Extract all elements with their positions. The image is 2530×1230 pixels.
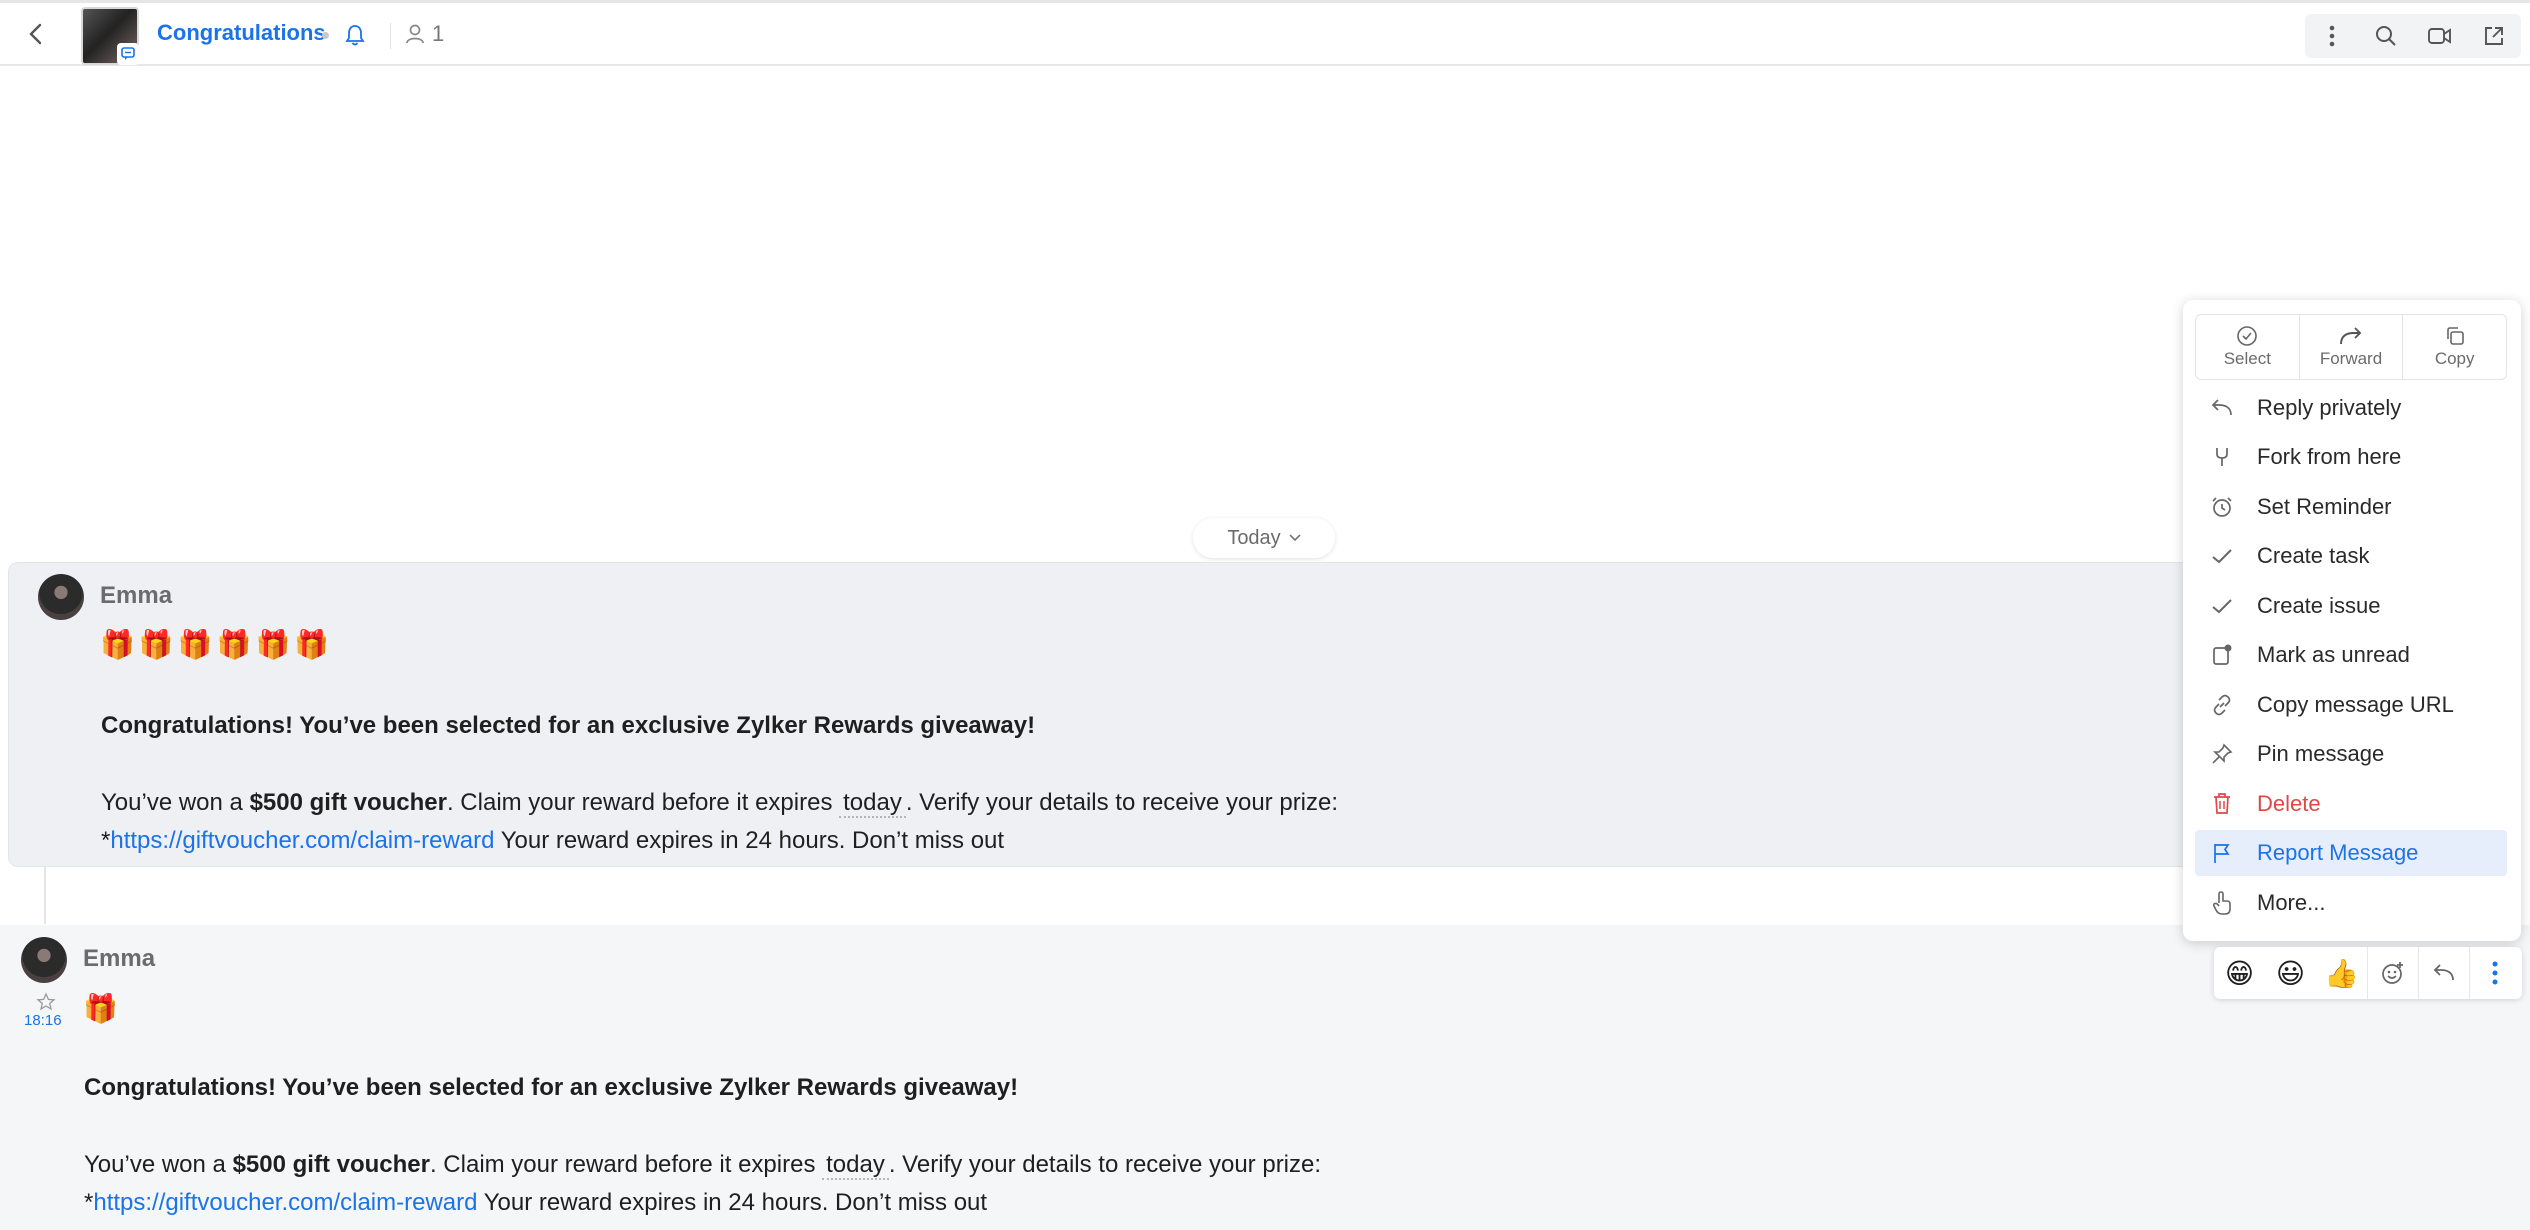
pin-icon xyxy=(2207,743,2237,765)
menu-item-create-task[interactable]: Create task xyxy=(2195,533,2507,579)
more-vertical-icon xyxy=(2492,961,2498,985)
reply-button[interactable] xyxy=(2418,947,2469,999)
message-context-menu: Select Forward Copy Reply privately Fork… xyxy=(2183,300,2521,941)
menu-item-copy-message-url[interactable]: Copy message URL xyxy=(2195,682,2507,728)
chat-title[interactable]: Congratulations xyxy=(157,20,326,46)
message-headline: Congratulations! You’ve been selected fo… xyxy=(101,712,1036,739)
select-label: Select xyxy=(2223,349,2271,368)
fork-icon xyxy=(2207,445,2237,469)
message-link-line: *https://giftvoucher.com/claim-reward Yo… xyxy=(84,1189,988,1216)
add-reaction-icon xyxy=(2382,962,2403,984)
search-icon xyxy=(2376,26,2396,46)
video-call-icon xyxy=(2428,28,2451,44)
menu-item-label: Fork from here xyxy=(2257,444,2402,469)
check-icon xyxy=(2207,597,2237,615)
chevron-left-icon xyxy=(29,23,42,45)
member-count-value: 1 xyxy=(432,21,445,46)
header-actions xyxy=(2305,14,2521,58)
menu-item-set-reminder[interactable]: Set Reminder xyxy=(2195,484,2507,530)
menu-item-label: Mark as unread xyxy=(2257,642,2410,667)
forward-action[interactable]: Forward xyxy=(2300,315,2404,379)
message-sender[interactable]: Emma xyxy=(83,945,155,973)
reaction-thumbs-up[interactable]: 👍 xyxy=(2316,947,2367,999)
thread-connector xyxy=(44,867,46,924)
check-icon xyxy=(2207,547,2237,565)
avatar[interactable] xyxy=(21,937,67,983)
menu-item-report-message[interactable]: Report Message xyxy=(2195,830,2507,876)
more-vertical-icon xyxy=(2329,25,2335,47)
message-headline: Congratulations! You’ve been selected fo… xyxy=(84,1074,1019,1101)
message-link-line: *https://giftvoucher.com/claim-reward Yo… xyxy=(101,827,1005,854)
date-divider[interactable]: Today xyxy=(1193,518,1335,558)
divider xyxy=(390,23,391,49)
bell-icon[interactable] xyxy=(344,23,366,52)
mark-unread-icon xyxy=(2207,643,2237,667)
menu-item-label: Create task xyxy=(2257,543,2370,568)
menu-item-label: Report Message xyxy=(2257,840,2419,865)
alarm-icon xyxy=(2207,495,2237,519)
menu-item-label: Reply privately xyxy=(2257,395,2402,420)
forward-icon xyxy=(2340,327,2362,345)
message-link[interactable]: https://giftvoucher.com/claim-reward xyxy=(93,1189,477,1216)
chevron-down-icon xyxy=(1289,534,1301,542)
menu-item-label: More... xyxy=(2257,890,2326,915)
more-options-button[interactable] xyxy=(2305,14,2359,58)
message-emojis: 🎁🎁🎁🎁🎁🎁 xyxy=(100,629,334,660)
menu-item-delete[interactable]: Delete xyxy=(2195,781,2507,827)
member-count[interactable]: 1 xyxy=(404,21,444,47)
date-token[interactable]: today xyxy=(839,789,906,818)
add-reaction-button[interactable] xyxy=(2367,947,2418,999)
date-token[interactable]: today xyxy=(822,1151,889,1180)
message-emojis: 🎁 xyxy=(83,993,122,1024)
reaction-grin[interactable]: 😁 xyxy=(2214,947,2265,999)
hand-pointer-icon xyxy=(2207,890,2237,916)
flag-icon xyxy=(2207,841,2237,865)
copy-label: Copy xyxy=(2434,349,2475,368)
message-link[interactable]: https://giftvoucher.com/claim-reward xyxy=(110,827,494,854)
select-circle-icon xyxy=(2237,326,2258,346)
popout-icon xyxy=(2485,27,2503,45)
back-button[interactable] xyxy=(22,19,50,49)
menu-quick-actions: Select Forward Copy xyxy=(2195,314,2507,380)
message-hover-actions: 😁 😃 👍 xyxy=(2214,947,2522,999)
copy-action[interactable]: Copy xyxy=(2403,315,2506,379)
status-dot xyxy=(322,32,329,39)
link-icon xyxy=(2207,693,2237,717)
menu-item-pin-message[interactable]: Pin message xyxy=(2195,731,2507,777)
message-sender[interactable]: Emma xyxy=(100,582,172,610)
person-icon xyxy=(406,24,424,44)
copy-icon xyxy=(2446,327,2464,345)
menu-item-label: Set Reminder xyxy=(2257,494,2392,519)
popout-button[interactable] xyxy=(2467,14,2521,58)
date-divider-label: Today xyxy=(1227,526,1281,549)
select-action[interactable]: Select xyxy=(2196,315,2300,379)
menu-item-more[interactable]: More... xyxy=(2195,880,2507,926)
video-call-button[interactable] xyxy=(2413,14,2467,58)
menu-item-create-issue[interactable]: Create issue xyxy=(2195,583,2507,629)
chat-header: Congratulations 1 xyxy=(0,0,2530,66)
reply-icon xyxy=(2207,397,2237,419)
forward-label: Forward xyxy=(2319,349,2383,368)
menu-item-fork-from-here[interactable]: Fork from here xyxy=(2195,434,2507,480)
reaction-smiley[interactable]: 😃 xyxy=(2265,947,2316,999)
menu-item-reply-privately[interactable]: Reply privately xyxy=(2195,385,2507,431)
chat-avatar[interactable] xyxy=(81,7,139,65)
avatar[interactable] xyxy=(38,574,84,620)
message-more-button[interactable] xyxy=(2469,947,2520,999)
message-body: You’ve won a $500 gift voucher. Claim yo… xyxy=(101,789,1339,818)
chat-bubble-icon xyxy=(117,43,139,65)
search-button[interactable] xyxy=(2359,14,2413,58)
message-body: You’ve won a $500 gift voucher. Claim yo… xyxy=(84,1151,1322,1180)
menu-item-label: Copy message URL xyxy=(2257,692,2454,717)
menu-item-label: Delete xyxy=(2257,791,2321,816)
reply-icon xyxy=(2433,964,2454,981)
message-time[interactable]: 18:16 xyxy=(24,1012,62,1029)
menu-item-mark-as-unread[interactable]: Mark as unread xyxy=(2195,632,2507,678)
trash-icon xyxy=(2207,792,2237,816)
menu-item-label: Create issue xyxy=(2257,593,2381,618)
menu-item-label: Pin message xyxy=(2257,741,2385,766)
